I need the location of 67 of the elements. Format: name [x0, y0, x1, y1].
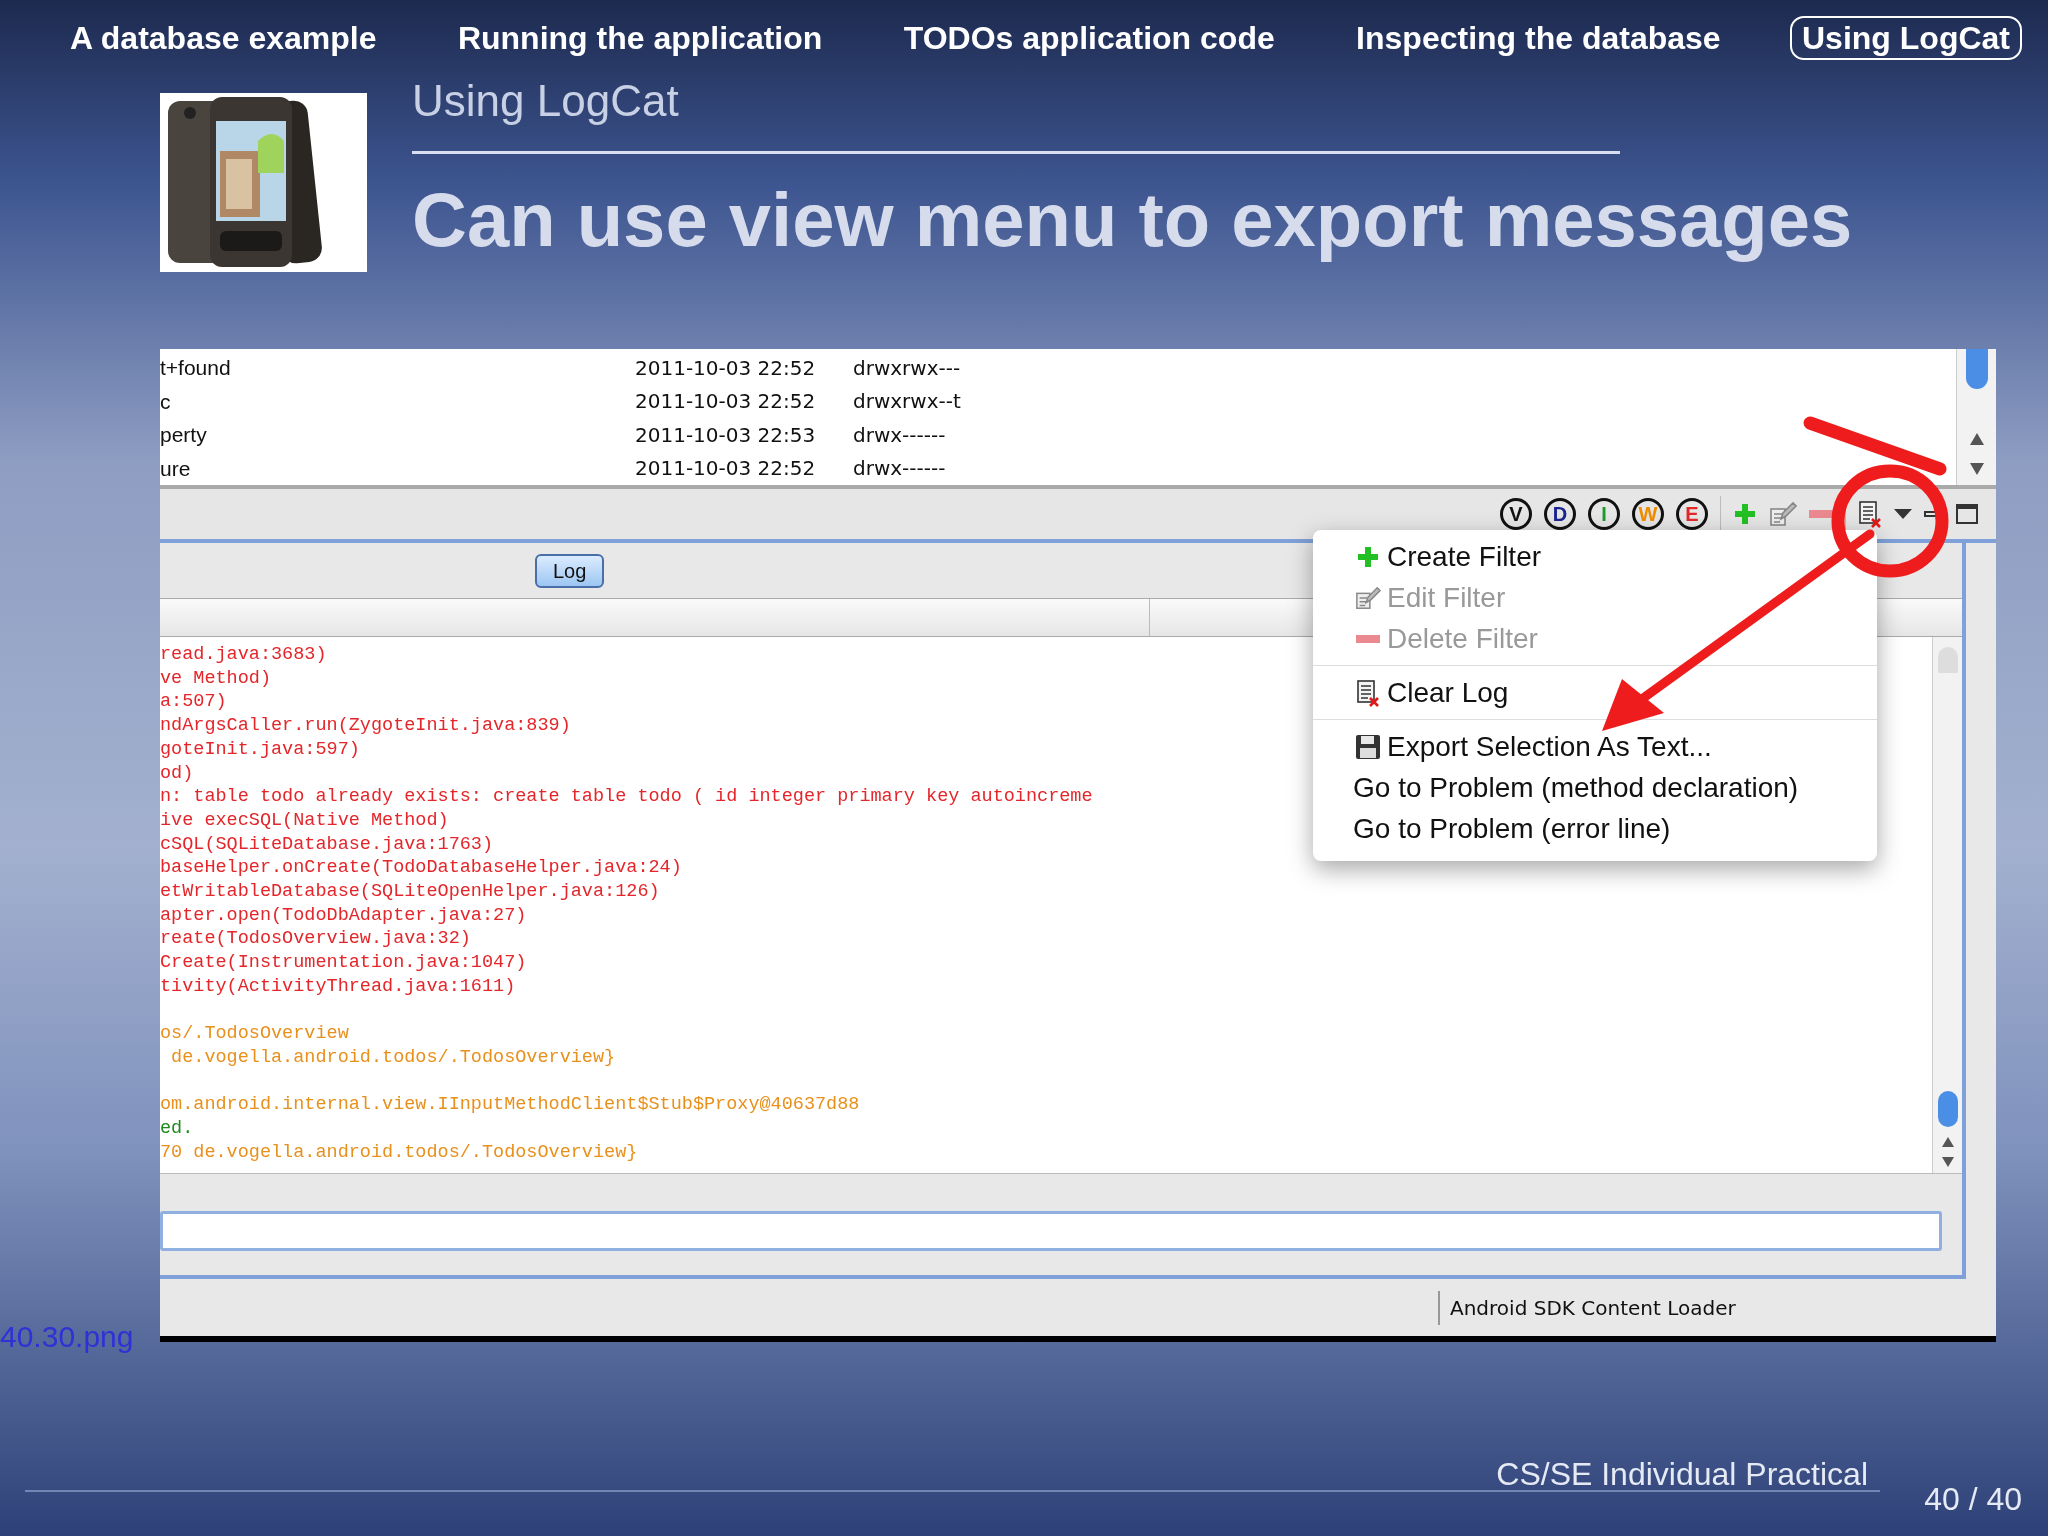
page-number: 40 / 40: [1924, 1480, 2022, 1519]
file-permissions: drwx------: [853, 421, 946, 449]
file-date: 2011-10-03 22:53: [635, 421, 817, 449]
filter-input[interactable]: [160, 1211, 1942, 1251]
log-line: od): [160, 761, 194, 786]
nav-tab[interactable]: TODOs application code: [891, 15, 1287, 60]
menu-item[interactable]: Create Filter: [1313, 536, 1877, 577]
status-text: Android SDK Content Loader: [1450, 1294, 1736, 1322]
file-permissions: drwx------: [853, 455, 946, 483]
log-tab[interactable]: Log: [535, 553, 605, 588]
file-name: t+found: [160, 355, 232, 381]
scroll-thumb[interactable]: [1937, 1091, 1958, 1127]
log-line: reate(TodosOverview.java:32): [160, 927, 471, 952]
log-line: etWritableDatabase(SQLiteOpenHelper.java:126): [160, 880, 660, 904]
log-line: read.java:3683): [160, 643, 327, 667]
log-line: om.android.internal.view.IInputMethodClient$Stub$Proxy@40637d88: [160, 1093, 860, 1118]
log-line: tivity(ActivityThread.java:1611): [160, 974, 516, 999]
file-date: 2011-10-03 22:52: [635, 455, 817, 483]
log-line: baseHelper.onCreate(TodoDatabaseHelper.java:24): [160, 856, 682, 881]
slide-subtitle: Using LogCat: [412, 79, 680, 123]
menu-item[interactable]: Clear Log: [1313, 672, 1877, 713]
log-line: ive execSQL(Native Method): [160, 808, 449, 833]
nav-tab[interactable]: Running the application: [445, 15, 835, 60]
log-line: 70 de.vogella.android.todos/.TodosOverview}: [160, 1140, 638, 1165]
log-line: n: table todo already exists: create table todo ( id integer primary key autoincreme: [160, 785, 1093, 809]
scroll-up-icon[interactable]: [1969, 433, 1984, 445]
file-date: 2011-10-03 22:52: [635, 388, 817, 416]
log-line: ed.: [160, 1117, 194, 1141]
minus-icon: [1356, 634, 1380, 643]
log-line: Create(Instrumentation.java:1047): [160, 951, 527, 975]
log-line: cSQL(SQLiteDatabase.java:1763): [160, 832, 494, 857]
image-filename: 40.30.png: [0, 1322, 134, 1352]
save-icon: [1355, 733, 1381, 760]
log-line: ndArgsCaller.run(ZygoteInit.java:839): [160, 714, 571, 738]
clear-log-icon: [1356, 678, 1380, 707]
file-name: c: [160, 388, 172, 415]
log-line: apter.open(TodoDbAdapter.java:27): [160, 903, 527, 928]
plus-icon: [1356, 544, 1380, 569]
file-name: perty: [160, 422, 208, 448]
log-line: goteInit.java:597): [160, 737, 360, 762]
footer-title: CS/SE Individual Practical: [1496, 1455, 1868, 1494]
add-filter-icon: [1733, 502, 1757, 526]
log-line: de.vogella.android.todos/.TodosOverview}: [170, 1045, 616, 1070]
edit-icon: [1355, 584, 1381, 611]
delete-filter-icon: [1809, 510, 1833, 518]
edit-filter-icon: [1769, 501, 1797, 527]
menu-item[interactable]: Go to Problem (error line): [1313, 808, 1877, 849]
nav-tab[interactable]: Using LogCat: [1790, 15, 2022, 60]
log-line: os/.TodosOverview: [160, 1022, 349, 1046]
view-menu-icon[interactable]: [1894, 509, 1912, 519]
nav-tab[interactable]: A database example: [58, 15, 389, 60]
file-name: ure: [160, 455, 192, 482]
file-permissions: drwxrwx--t: [853, 388, 961, 416]
file-date: 2011-10-03 22:52: [635, 354, 817, 382]
file-permissions: drwxrwx---: [853, 354, 961, 382]
scrollbar[interactable]: [1956, 349, 1996, 485]
log-line: a:507): [160, 690, 227, 715]
slide-title: Can use view menu to export messages: [412, 180, 1853, 260]
scroll-thumb[interactable]: [1965, 349, 1988, 389]
menu-item[interactable]: Go to Problem (method declaration): [1313, 767, 1877, 808]
scroll-up-icon[interactable]: [1941, 1137, 1954, 1147]
maximize-icon[interactable]: [1956, 504, 1978, 524]
nav-tab[interactable]: Inspecting the database: [1344, 15, 1733, 60]
menu-item[interactable]: Export Selection As Text...: [1313, 726, 1877, 767]
log-line: ve Method): [160, 666, 272, 691]
clear-log-icon: [1858, 500, 1882, 528]
scrollbar[interactable]: [1932, 637, 1962, 1173]
